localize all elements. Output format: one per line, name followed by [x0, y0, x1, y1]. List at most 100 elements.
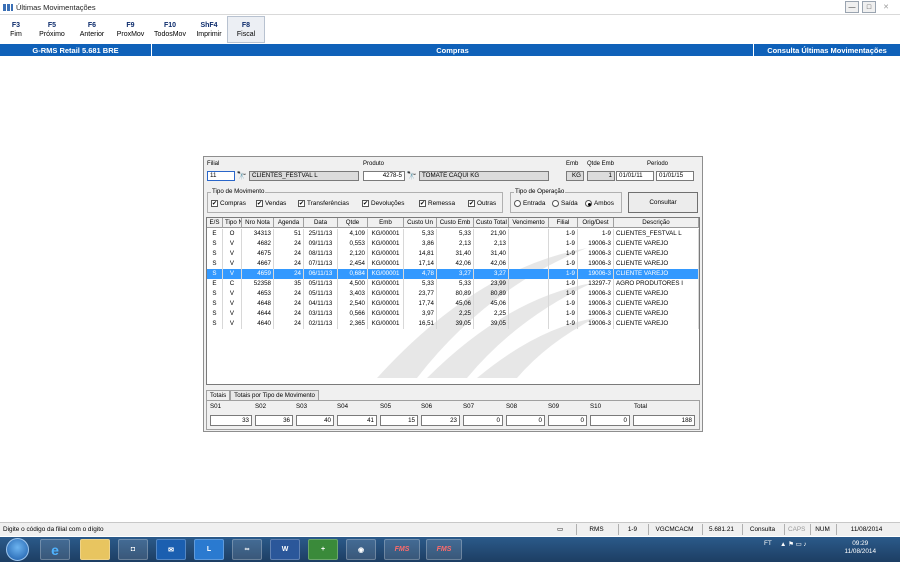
checkbox-label: Devoluções — [371, 200, 405, 207]
fkey-fim[interactable]: F3 Fim — [0, 16, 32, 43]
fkey-key: ShF4 — [200, 21, 218, 29]
checkbox-vendas[interactable]: ✔ Vendas — [256, 200, 286, 207]
grid-cell: 2,120 — [338, 249, 368, 259]
grid-row[interactable]: S V 4659 24 06/11/13 0,684 KG/00001 4,78 3,27 3,2… — [207, 269, 699, 279]
grid-column-header[interactable]: Qtde — [338, 218, 368, 228]
check-icon: ✔ — [419, 200, 426, 207]
periodo-start-input[interactable]: 01/01/11 — [616, 171, 654, 181]
movements-grid[interactable]: E/STipo NFNro NotaAgendaDataQtdeEmbCusto… — [206, 217, 700, 385]
grid-column-header[interactable]: Agenda — [274, 218, 304, 228]
fkey-key: F9 — [126, 21, 135, 29]
grid-row[interactable]: S V 4644 24 03/11/13 0,566 KG/00001 3,97 2,25 2,2… — [207, 309, 699, 319]
tab-totais[interactable]: Totais — [206, 390, 231, 400]
grid-cell: 4,109 — [338, 229, 368, 239]
tab-totais-tipo-movimento[interactable]: Totais por Tipo de Movimento — [230, 390, 319, 400]
media-icon[interactable]: ◘ — [118, 539, 148, 560]
app-circle-icon[interactable]: ◉ — [346, 539, 376, 560]
rms-app-icon[interactable]: FMS — [426, 539, 462, 560]
fkey-anterior[interactable]: F6 Anterior — [72, 16, 112, 43]
periodo-label: Período — [647, 161, 669, 167]
grid-column-header[interactable]: Custo Un — [404, 218, 437, 228]
grid-row[interactable]: S V 4648 24 04/11/13 2,540 KG/00001 17,74 45,06 4… — [207, 299, 699, 309]
grid-cell: S — [207, 269, 223, 279]
checkbox-outras[interactable]: ✔ Outras — [468, 200, 496, 207]
minimize-button[interactable]: — — [845, 1, 859, 13]
grid-cell: C — [223, 279, 242, 289]
close-button[interactable]: ✕ — [879, 1, 893, 13]
function-key-toolbar: F3 Fim F5 Próximo F6 Anterior F9 ProxMov F10… — [0, 16, 265, 43]
check-icon: ✔ — [211, 200, 218, 207]
grid-column-header[interactable]: Orig/Dest — [578, 218, 614, 228]
grid-column-header[interactable]: Tipo NF — [223, 218, 242, 228]
periodo-end-input[interactable]: 01/01/15 — [656, 171, 694, 181]
status-filial: 1-9 — [618, 524, 646, 535]
window-titlebar: Últimas Movimentações — □ ✕ — [0, 0, 900, 15]
clock[interactable]: 09:29 11/08/2014 — [844, 540, 876, 556]
fkey-proximo[interactable]: F5 Próximo — [32, 16, 72, 43]
binoculars-icon[interactable]: 🔭 — [236, 171, 247, 181]
total-value: 41 — [337, 415, 377, 426]
checkbox-compras[interactable]: ✔ Compras — [211, 200, 246, 207]
start-button[interactable] — [6, 538, 29, 561]
grid-column-header[interactable]: E/S — [207, 218, 223, 228]
grid-row[interactable]: S V 4682 24 09/11/13 0,553 KG/00001 3,86 2,13 2,1… — [207, 239, 699, 249]
lync-icon[interactable]: L — [194, 539, 224, 560]
grid-cell: 4675 — [242, 249, 274, 259]
app-icon — [3, 3, 13, 11]
grid-cell: 1-9 — [549, 269, 578, 279]
produto-input[interactable]: 4278-5 — [363, 171, 405, 181]
outlook-icon[interactable]: ✉ — [156, 539, 186, 560]
grid-cell: E — [207, 279, 223, 289]
fkey-proxmov[interactable]: F9 ProxMov — [112, 16, 149, 43]
grid-column-header[interactable]: Vencimento — [509, 218, 549, 228]
grid-cell: 51 — [274, 229, 304, 239]
checkbox-remessa[interactable]: ✔ Remessa — [419, 200, 455, 207]
grid-cell: 1-9 — [549, 249, 578, 259]
binoculars-icon[interactable]: 🔭 — [406, 171, 417, 181]
maximize-button[interactable]: □ — [862, 1, 876, 13]
explorer-icon[interactable] — [80, 539, 110, 560]
grid-row[interactable]: S V 4675 24 08/11/13 2,120 KG/00001 14,81 31,40 3… — [207, 249, 699, 259]
status-bar: Digite o código da filial com o dígito ▭… — [0, 522, 900, 536]
grid-cell: V — [223, 239, 242, 249]
fkey-todosmov[interactable]: F10 TodosMov — [149, 16, 191, 43]
grid-row[interactable]: S V 4640 24 02/11/13 2,365 KG/00001 16,51 39,05 3… — [207, 319, 699, 329]
word-icon[interactable]: W — [270, 539, 300, 560]
tipo-movimento-group: Tipo de Movimento ✔ Compras ✔ Vendas ✔ Tran… — [207, 188, 503, 213]
grid-row[interactable]: E O 34313 51 25/11/13 4,109 KG/00001 5,33 5,33 21… — [207, 229, 699, 239]
total-label: Total — [634, 403, 648, 410]
tray-icons[interactable]: ▲ ⚑ ▭ ♪ — [780, 540, 807, 548]
grid-cell: S — [207, 289, 223, 299]
radio-ambos[interactable]: Ambos — [585, 200, 614, 207]
ie-icon[interactable]: e — [40, 539, 70, 560]
fkey-imprimir[interactable]: ShF4 Imprimir — [191, 16, 227, 43]
grid-cell: 05/11/13 — [304, 289, 338, 299]
grid-row[interactable]: S V 4653 24 05/11/13 3,403 KG/00001 23,77 80,89 8… — [207, 289, 699, 299]
grid-cell: 3,86 — [404, 239, 437, 249]
grid-cell: V — [223, 289, 242, 299]
checkbox-transferencias[interactable]: ✔ Transferências — [298, 200, 349, 207]
grid-row[interactable]: E C 52358 35 05/11/13 4,500 KG/00001 5,33 5,33 23… — [207, 279, 699, 289]
grid-column-header[interactable]: Descrição — [614, 218, 699, 228]
rms-app-icon[interactable]: FMS — [384, 539, 420, 560]
grid-row[interactable]: S V 4667 24 07/11/13 2,454 KG/00001 17,14 42,06 4… — [207, 259, 699, 269]
tray-language[interactable]: FT — [764, 540, 772, 547]
taskbar: e ◘ ✉ L ∞ W + ◉ FMS FMS FT ▲ ⚑ ▭ ♪ 09:29… — [0, 537, 900, 562]
grid-column-header[interactable]: Emb — [368, 218, 404, 228]
app-plus-icon[interactable]: + — [308, 539, 338, 560]
grid-column-header[interactable]: Nro Nota — [242, 218, 274, 228]
grid-cell: 5,33 — [437, 279, 474, 289]
grid-column-header[interactable]: Custo Emb — [437, 218, 474, 228]
consultar-button[interactable]: Consultar — [628, 192, 698, 213]
fkey-label: Imprimir — [196, 30, 222, 38]
grid-column-header[interactable]: Data — [304, 218, 338, 228]
grid-column-header[interactable]: Custo Total — [474, 218, 509, 228]
radio-saida[interactable]: Saída — [552, 200, 578, 207]
fkey-fiscal[interactable]: F8 Fiscal — [227, 16, 265, 43]
app-icon[interactable]: ∞ — [232, 539, 262, 560]
grid-column-header[interactable]: Filial — [549, 218, 578, 228]
radio-entrada[interactable]: Entrada — [514, 200, 545, 207]
checkbox-devolucoes[interactable]: ✔ Devoluções — [362, 200, 404, 207]
emb-label: Emb — [566, 161, 579, 167]
filial-input[interactable]: 11 — [207, 171, 235, 181]
